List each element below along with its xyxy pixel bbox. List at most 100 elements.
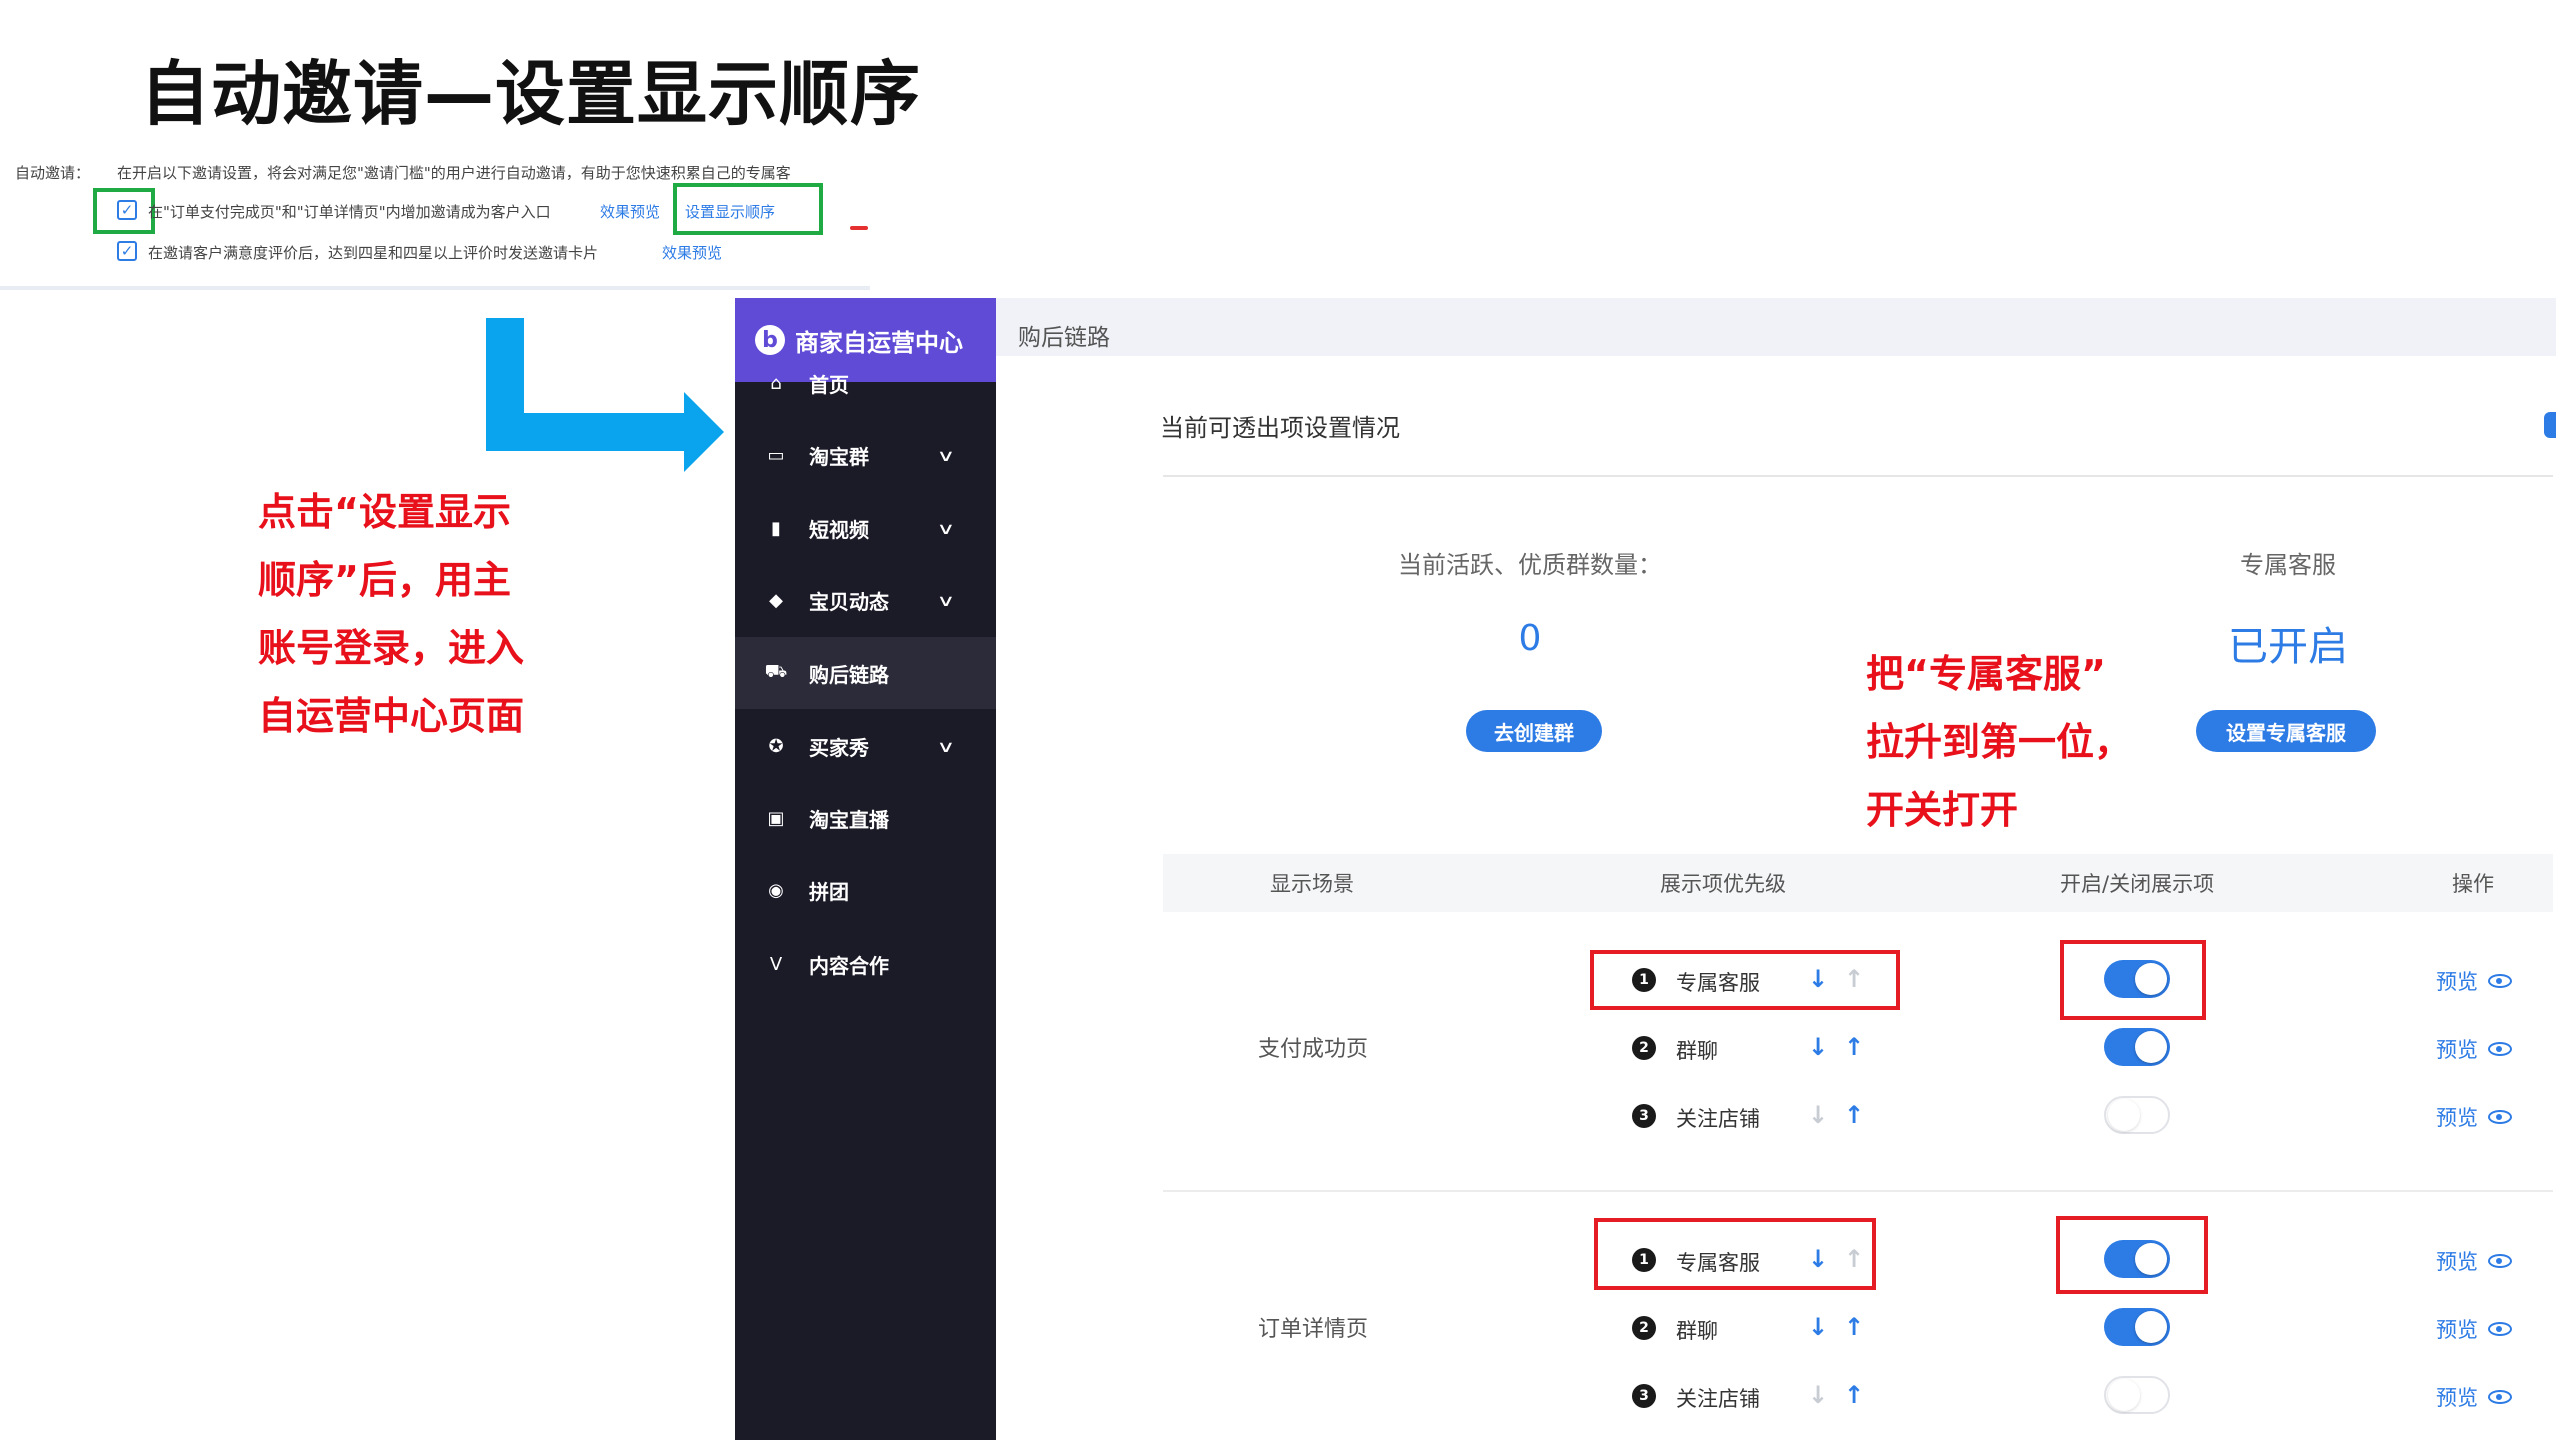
sidebar-item[interactable]: ▮ 短视频 ∨ [735, 492, 996, 564]
option-1-preview-link[interactable]: 效果预览 [600, 201, 660, 222]
exclusive-service-label: 专属客服 [2240, 551, 2336, 579]
invite-description: 在开启以下邀请设置，将会对满足您"邀请门槛"的用户进行自动邀请，有助于您快速积累… [117, 164, 791, 182]
annotation-line: 点击“设置显示 [258, 490, 511, 534]
scene-label: 订单详情页 [1258, 1317, 1369, 1342]
table-header [1163, 854, 2553, 912]
sidebar-item[interactable]: ✪ 买家秀 ∨ [735, 710, 996, 782]
sidebar-item-label: 首页 [809, 372, 849, 397]
sidebar-item[interactable]: ▭ 淘宝群 ∨ [735, 419, 996, 491]
display-toggle[interactable] [2104, 1376, 2170, 1414]
toggle-knob [2135, 1311, 2167, 1343]
preview-link[interactable]: 预览 [2436, 1102, 2512, 1132]
invite-settings-snippet: 自动邀请： 在开启以下邀请设置，将会对满足您"邀请门槛"的用户进行自动邀请，有助… [0, 150, 875, 292]
display-toggle[interactable] [2104, 1028, 2170, 1066]
preview-label: 预览 [2436, 1250, 2478, 1274]
toggle-highlight-box [2056, 1216, 2208, 1294]
preview-label: 预览 [2436, 1386, 2478, 1410]
sidebar-item-label: 买家秀 [809, 735, 869, 760]
top-bar [996, 298, 2556, 356]
preview-label: 预览 [2436, 1318, 2478, 1342]
eye-icon [2488, 1110, 2512, 1124]
sidebar-item[interactable]: ◆ 宝贝动态 ∨ [735, 564, 996, 636]
home-icon: ⌂ [770, 372, 782, 394]
exclusive-service-status: 已开启 [2228, 624, 2348, 670]
left-annotation: 点击“设置显示 顺序”后，用主 账号登录，进入 自运营中心页面 [258, 478, 524, 750]
priority-highlight-box [1590, 950, 1900, 1010]
priority-highlight-box [1594, 1218, 1876, 1290]
eye-icon [2488, 974, 2512, 988]
chevron-down-icon[interactable]: ∨ [937, 446, 956, 465]
section-divider [1163, 475, 2553, 477]
display-toggle[interactable] [2104, 1308, 2170, 1346]
toggle-knob [2135, 1031, 2167, 1063]
section-title: 当前可透出项设置情况 [1160, 414, 1400, 442]
groups-count-label: 当前活跃、优质群数量： [1398, 551, 1662, 579]
preview-label: 预览 [2436, 970, 2478, 994]
column-header-toggle: 开启/关闭展示项 [2060, 872, 2215, 896]
set-exclusive-service-button[interactable]: 设置专属客服 [2196, 710, 2376, 752]
move-down-icon[interactable]: ↓ [1808, 1103, 1828, 1127]
chevron-down-icon[interactable]: ∨ [937, 737, 956, 756]
annotation-line: 把“专属客服” [1866, 652, 2106, 696]
chevron-down-icon[interactable]: ∨ [937, 591, 956, 610]
move-down-icon[interactable]: ↓ [1808, 1315, 1828, 1339]
scene-label: 支付成功页 [1258, 1037, 1369, 1062]
priority-item-label: 关注店铺 [1676, 1387, 1760, 1411]
check-icon: ✓ [120, 241, 134, 260]
eye-icon [2488, 1322, 2512, 1336]
sidebar-item[interactable]: ▣ 淘宝直播 [735, 782, 996, 854]
move-up-icon[interactable]: ↑ [1844, 1315, 1864, 1339]
chevron-down-icon[interactable]: ∨ [937, 519, 956, 538]
check-icon: ✓ [120, 200, 134, 219]
create-group-button[interactable]: 去创建群 [1466, 710, 1602, 752]
sidebar-item[interactable]: V 内容合作 [735, 928, 996, 1000]
sidebar-item-label: 内容合作 [809, 953, 889, 978]
sidebar-item-label: 购后链路 [809, 662, 889, 687]
toggle-knob [2108, 1099, 2140, 1131]
preview-link[interactable]: 预览 [2436, 966, 2512, 996]
sidebar-item-label: 淘宝群 [809, 444, 869, 469]
move-up-icon[interactable]: ↑ [1844, 1383, 1864, 1407]
display-toggle[interactable] [2104, 1096, 2170, 1134]
sidebar-item[interactable]: ◉ 拼团 [735, 854, 996, 926]
option-2-preview-link[interactable]: 效果预览 [662, 242, 722, 263]
move-down-icon[interactable]: ↓ [1808, 1035, 1828, 1059]
star-icon: ✪ [768, 735, 784, 757]
move-up-icon[interactable]: ↑ [1844, 1035, 1864, 1059]
annotation-line: 开关打开 [1866, 788, 2019, 832]
option-1-checkbox[interactable]: ✓ [117, 200, 137, 220]
priority-number-badge: 3 [1632, 1104, 1656, 1128]
preview-link[interactable]: 预览 [2436, 1314, 2512, 1344]
option-2-text: 在邀请客户满意度评价后，达到四星和四星以上评价时发送邀请卡片 [148, 244, 599, 262]
chat-icon: ▭ [767, 444, 785, 466]
video-icon: ▮ [771, 517, 781, 539]
column-header-priority: 展示项优先级 [1660, 872, 1786, 896]
preview-label: 预览 [2436, 1106, 2478, 1130]
preview-link[interactable]: 预览 [2436, 1034, 2512, 1064]
annotation-line: 自运营中心页面 [258, 694, 525, 738]
priority-item-label: 群聊 [1676, 1319, 1718, 1343]
sidebar-item[interactable]: ⌂ 首页 [735, 347, 996, 419]
move-up-icon[interactable]: ↑ [1844, 1103, 1864, 1127]
column-header-action: 操作 [2452, 872, 2494, 896]
preview-link[interactable]: 预览 [2436, 1246, 2512, 1276]
slide-title: 自动邀请—设置显示顺序 [140, 53, 921, 135]
group-icon: ◉ [768, 879, 784, 901]
priority-item-label: 群聊 [1676, 1039, 1718, 1063]
move-down-icon[interactable]: ↓ [1808, 1383, 1828, 1407]
snippet-divider [0, 286, 870, 290]
scroll-indicator [2544, 412, 2556, 438]
sidebar-item[interactable]: ⛟ 购后链路 [735, 637, 996, 709]
priority-item-label: 关注店铺 [1676, 1107, 1760, 1131]
flow-arrow-shaft [486, 413, 686, 451]
invite-label: 自动邀请： [15, 164, 91, 182]
priority-number-badge: 3 [1632, 1384, 1656, 1408]
option-2-checkbox[interactable]: ✓ [117, 241, 137, 261]
priority-number-badge: 2 [1632, 1316, 1656, 1340]
set-display-order-link[interactable]: 设置显示顺序 [685, 201, 775, 222]
preview-link[interactable]: 预览 [2436, 1382, 2512, 1412]
content-icon: V [769, 953, 783, 975]
section-row-divider [1163, 1190, 2553, 1192]
sidebar-item-label: 宝贝动态 [809, 589, 889, 614]
annotation-line: 顺序”后，用主 [258, 558, 511, 602]
